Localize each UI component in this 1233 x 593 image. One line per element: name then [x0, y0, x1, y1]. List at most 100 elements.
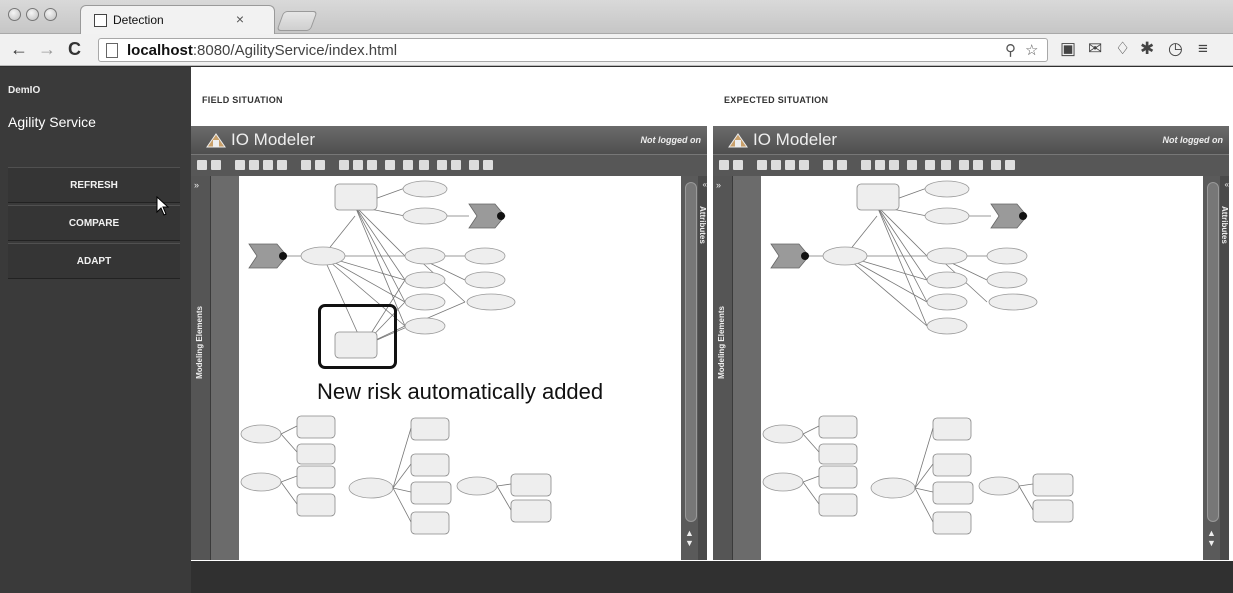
toolbar-tool-icon[interactable]: [959, 160, 969, 170]
vertical-scrollbar[interactable]: [1207, 182, 1219, 522]
timer-extension-icon[interactable]: ◷: [1168, 39, 1183, 59]
window-close-icon[interactable]: [8, 8, 21, 21]
modeling-elements-strip[interactable]: » Modeling Elements: [191, 176, 211, 560]
forward-icon[interactable]: →: [38, 40, 56, 58]
toolbar-tool-icon[interactable]: [733, 160, 743, 170]
toolbar-tool-icon[interactable]: [339, 160, 349, 170]
toolbar-tool-icon[interactable]: [837, 160, 847, 170]
toolbar-tool-icon[interactable]: [451, 160, 461, 170]
address-bar[interactable]: localhost:8080/AgilityService/index.html…: [98, 38, 1048, 62]
toolbar-tool-icon[interactable]: [889, 160, 899, 170]
mail-extension-icon[interactable]: ✉: [1088, 39, 1102, 59]
tab-title: Detection: [113, 13, 164, 27]
expand-chevron-icon[interactable]: »: [716, 180, 721, 190]
diagram-edge: [802, 481, 820, 505]
bookmark-star-icon[interactable]: ☆: [1025, 41, 1038, 59]
toolbar-tool-icon[interactable]: [719, 160, 729, 170]
modeling-elements-strip[interactable]: » Modeling Elements: [713, 176, 733, 560]
adapt-button[interactable]: ADAPT: [8, 243, 180, 279]
diagram-edge: [496, 483, 512, 487]
diagram-box: [856, 183, 900, 211]
toolbar-tool-icon[interactable]: [941, 160, 951, 170]
toolbar-tool-icon[interactable]: [785, 160, 795, 170]
diagram-node: [466, 293, 516, 311]
diagram-node: [464, 247, 506, 265]
translate-extension-icon[interactable]: ▣: [1060, 39, 1076, 59]
url-text[interactable]: localhost:8080/AgilityService/index.html: [127, 42, 397, 59]
toolbar-tool-icon[interactable]: [353, 160, 363, 170]
diagram-box: [410, 481, 452, 505]
vertical-scrollbar[interactable]: [685, 182, 697, 522]
toolbar-tool-icon[interactable]: [403, 160, 413, 170]
expand-chevron-icon[interactable]: »: [194, 180, 199, 190]
puzzle-extension-icon[interactable]: ✱: [1140, 39, 1154, 59]
collapse-chevron-icon[interactable]: «: [1225, 180, 1229, 189]
bell-extension-icon[interactable]: ♢: [1115, 39, 1130, 59]
toolbar-tool-icon[interactable]: [799, 160, 809, 170]
toolbar-tool-icon[interactable]: [385, 160, 395, 170]
diagram-node: [988, 293, 1038, 311]
toolbar-tool-icon[interactable]: [757, 160, 767, 170]
app-title: Agility Service: [8, 114, 96, 130]
diagram-node: [926, 293, 968, 311]
attributes-tab[interactable]: « Attributes: [698, 176, 707, 560]
diagram-edge: [914, 427, 934, 489]
toolbar-tool-icon[interactable]: [771, 160, 781, 170]
toolbar-tool-icon[interactable]: [483, 160, 493, 170]
window-zoom-icon[interactable]: [44, 8, 57, 21]
tab-close-icon[interactable]: ×: [236, 11, 244, 27]
toolbar-tool-icon[interactable]: [419, 160, 429, 170]
login-status[interactable]: Not logged on: [1163, 135, 1224, 145]
toolbar-tool-icon[interactable]: [263, 160, 273, 170]
toolbar-tool-icon[interactable]: [249, 160, 259, 170]
modeler-toolbar: [713, 154, 1229, 176]
diagram-node: [404, 271, 446, 289]
toolbar-tool-icon[interactable]: [973, 160, 983, 170]
toolbar-tool-icon[interactable]: [211, 160, 221, 170]
zoom-search-icon[interactable]: ⚲: [1005, 41, 1016, 59]
toolbar-tool-icon[interactable]: [277, 160, 287, 170]
diagram-box: [818, 493, 858, 517]
diagram-box: [818, 415, 858, 439]
toolbar-tool-icon[interactable]: [1005, 160, 1015, 170]
toolbar-tool-icon[interactable]: [925, 160, 935, 170]
browser-tab-detection[interactable]: Detection ×: [80, 5, 275, 34]
toolbar-tool-icon[interactable]: [823, 160, 833, 170]
new-tab-button[interactable]: [276, 11, 318, 31]
scroll-arrows-icon[interactable]: ▲ ▼: [685, 528, 694, 548]
toolbar-tool-icon[interactable]: [907, 160, 917, 170]
diagram-node: [978, 476, 1020, 496]
collapse-chevron-icon[interactable]: «: [703, 180, 707, 189]
toolbar-tool-icon[interactable]: [991, 160, 1001, 170]
toolbar-tool-icon[interactable]: [301, 160, 311, 170]
reload-icon[interactable]: C: [68, 40, 81, 58]
toolbar-tool-icon[interactable]: [197, 160, 207, 170]
window-minimize-icon[interactable]: [26, 8, 39, 21]
compare-button[interactable]: COMPARE: [8, 205, 180, 241]
page-icon: [106, 43, 118, 58]
toolbar-tool-icon[interactable]: [469, 160, 479, 170]
diagram-edge: [354, 205, 406, 281]
palette-column: [211, 176, 239, 560]
attributes-tab[interactable]: « Attributes: [1220, 176, 1229, 560]
toolbar-tool-icon[interactable]: [437, 160, 447, 170]
toolbar-tool-icon[interactable]: [875, 160, 885, 170]
browser-toolbar: ← → C localhost:8080/AgilityService/inde…: [0, 34, 1233, 66]
back-icon[interactable]: ←: [10, 40, 28, 58]
diagram-node: [402, 180, 448, 198]
diagram-node: [456, 476, 498, 496]
toolbar-tool-icon[interactable]: [861, 160, 871, 170]
toolbar-tool-icon[interactable]: [367, 160, 377, 170]
toolbar-tool-icon[interactable]: [235, 160, 245, 170]
menu-icon[interactable]: ≡: [1198, 39, 1208, 59]
diagram-box: [932, 417, 972, 441]
refresh-button[interactable]: REFRESH: [8, 167, 180, 203]
panel-header: IO Modeler Not logged on: [191, 126, 707, 154]
scroll-arrows-icon[interactable]: ▲ ▼: [1207, 528, 1216, 548]
login-status[interactable]: Not logged on: [641, 135, 702, 145]
diagram-box: [334, 183, 378, 211]
diagram-box: [296, 465, 336, 489]
toolbar-tool-icon[interactable]: [315, 160, 325, 170]
model-canvas[interactable]: [239, 176, 681, 560]
model-canvas[interactable]: [761, 176, 1203, 560]
